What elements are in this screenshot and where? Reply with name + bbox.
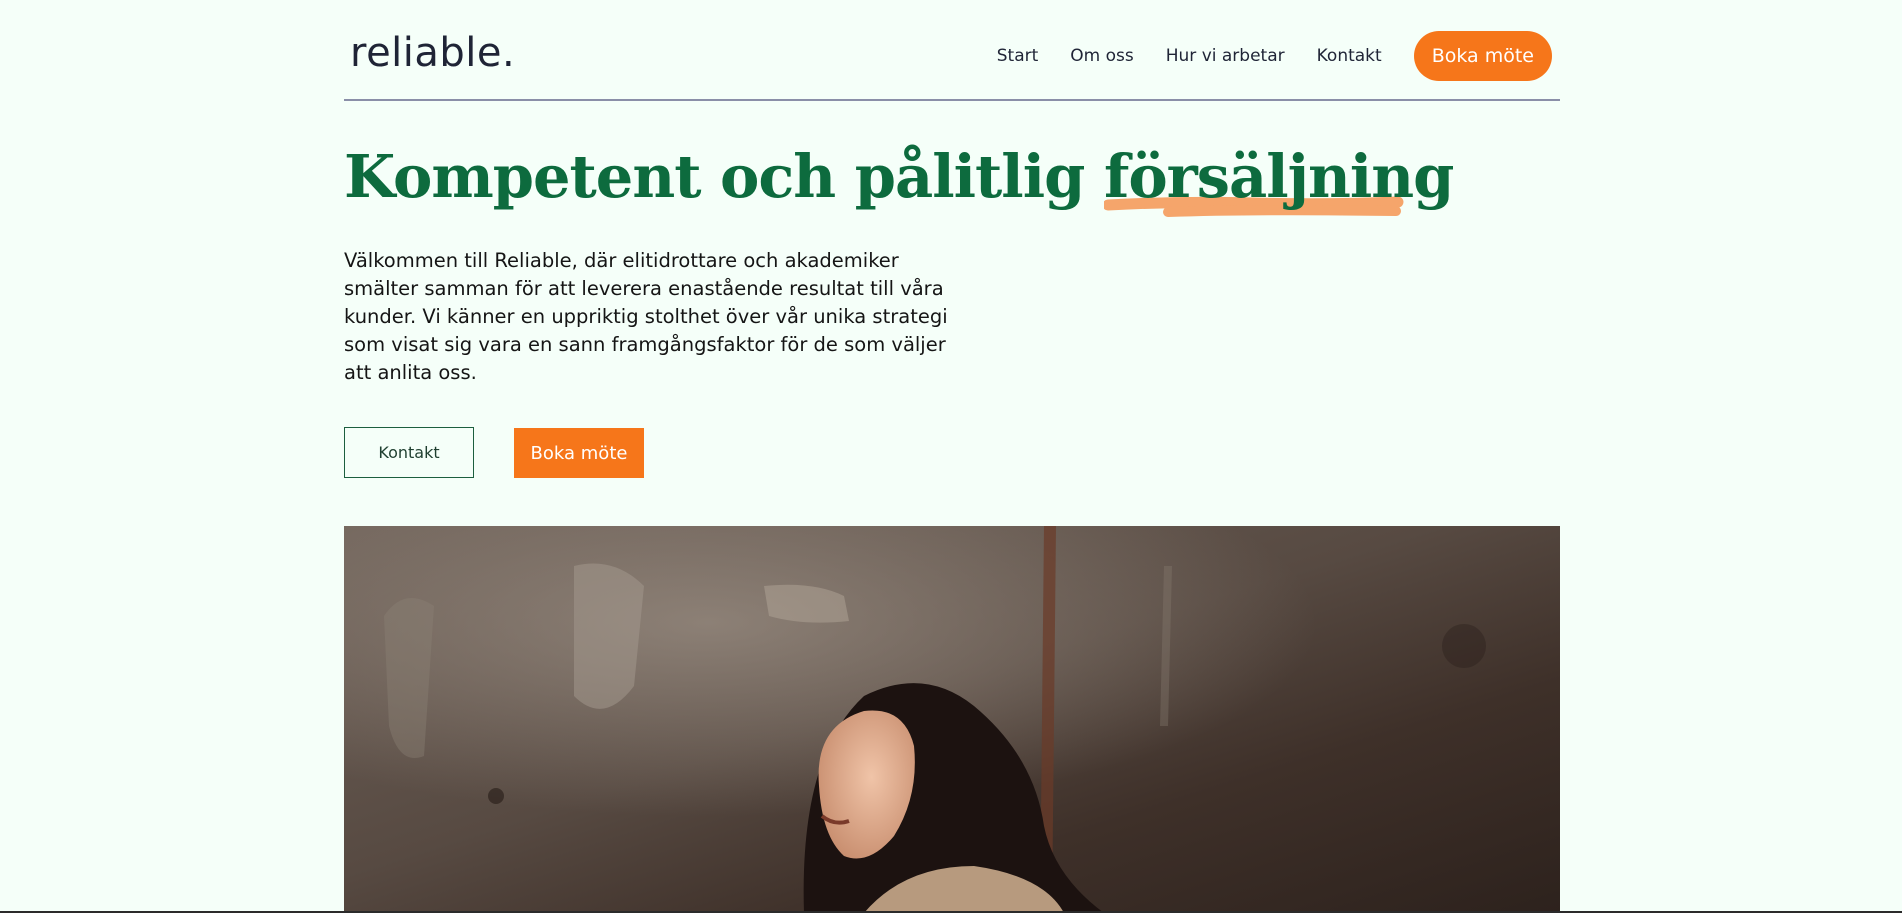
nav-kontakt[interactable]: Kontakt — [1317, 46, 1382, 66]
logo[interactable]: reliable. — [350, 30, 515, 76]
nav-start[interactable]: Start — [997, 46, 1039, 66]
contact-button[interactable]: Kontakt — [344, 427, 474, 478]
book-meeting-button[interactable]: Boka möte — [514, 428, 644, 478]
hero-title: Kompetent och pålitlig försäljning — [344, 142, 1454, 217]
page-container: reliable. Start Om oss Hur vi arbetar Ko… — [344, 0, 1560, 913]
main-nav: Start Om oss Hur vi arbetar Kontakt Boka… — [997, 31, 1552, 81]
hero-title-main: Kompetent och pålitlig — [344, 142, 1104, 211]
woman-laughing-photo-illustration — [344, 526, 1560, 913]
hero-intro-text: Välkommen till Reliable, där elitidrotta… — [344, 249, 948, 384]
nav-hur-vi-arbetar[interactable]: Hur vi arbetar — [1166, 46, 1285, 66]
hero-photo — [344, 526, 1560, 913]
hero-title-highlight-text: försäljning — [1103, 142, 1454, 211]
nav-om-oss[interactable]: Om oss — [1070, 46, 1133, 66]
site-header: reliable. Start Om oss Hur vi arbetar Ko… — [344, 0, 1560, 101]
hero-title-highlight: försäljning — [1103, 142, 1454, 217]
book-meeting-nav-button[interactable]: Boka möte — [1413, 31, 1552, 81]
